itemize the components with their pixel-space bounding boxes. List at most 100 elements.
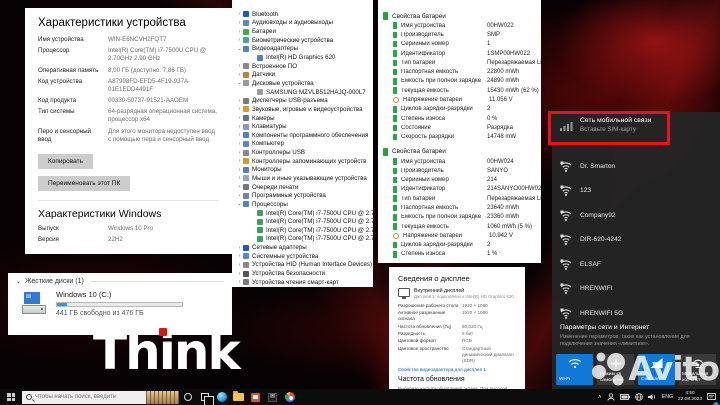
expander-arrow-icon[interactable]: › bbox=[236, 124, 243, 130]
search-input[interactable] bbox=[35, 394, 143, 400]
battery-row-icon bbox=[393, 31, 397, 39]
mobile-hotspot-tile[interactable]: Мобильный хот-спот bbox=[679, 354, 716, 385]
airplane-icon bbox=[609, 358, 622, 369]
device-tree-item[interactable]: › Батареи bbox=[232, 27, 373, 36]
device-tree-item[interactable]: › Встроенное ПО bbox=[232, 62, 373, 71]
disks-group-header[interactable]: ⌄ Жесткие диски (1) bbox=[16, 278, 224, 285]
network-settings-link[interactable]: Параметры сети и Интернет bbox=[560, 324, 649, 331]
expander-arrow-icon[interactable]: › bbox=[236, 150, 243, 156]
device-tree-item[interactable]: › Мыши и иные указывающие устройства bbox=[232, 174, 373, 183]
start-button[interactable] bbox=[0, 389, 22, 405]
wifi-network-item[interactable]: Company92 bbox=[552, 203, 720, 228]
task-view-button[interactable] bbox=[196, 389, 214, 405]
airplane-mode-tile[interactable]: Режим «в самолете» bbox=[597, 354, 634, 385]
device-tree-item[interactable]: ⌄ Процессоры bbox=[232, 200, 373, 209]
device-tree-item[interactable]: › Контроллеры USB bbox=[232, 148, 373, 157]
device-tree-item[interactable]: › Устройства HID (Human Interface Device… bbox=[232, 261, 373, 270]
mail-button[interactable]: ✉ bbox=[264, 389, 281, 405]
device-tree-item[interactable]: › Контроллеры запоминающих устройств bbox=[232, 157, 373, 166]
drive-name[interactable]: Windows 10 (C:) bbox=[56, 290, 224, 299]
expander-arrow-icon[interactable]: › bbox=[236, 20, 243, 26]
display-device-sub: Дисплей 1: подключено к Intel(R) HD Grap… bbox=[414, 294, 514, 299]
device-tree-item[interactable]: Intel(R) Core(TM) i7-7500U CPU @ 2.70GHz bbox=[232, 209, 373, 218]
device-tree-item[interactable]: › Bluetooth bbox=[232, 10, 373, 19]
expander-arrow-icon[interactable]: › bbox=[236, 175, 243, 181]
edge-button[interactable] bbox=[213, 389, 230, 405]
search-icon bbox=[26, 394, 32, 400]
device-tree-item[interactable]: › Клавиатуры bbox=[232, 122, 373, 131]
copy-button[interactable]: Копировать bbox=[38, 154, 93, 169]
device-tree-item[interactable]: › Устройства безопасности bbox=[232, 269, 373, 278]
chevron-down-icon[interactable]: ⌄ bbox=[16, 278, 21, 285]
wifi-network-item[interactable]: 123 bbox=[552, 179, 720, 204]
device-tree-item[interactable]: › Датчики bbox=[232, 70, 373, 79]
expander-arrow-icon[interactable]: › bbox=[236, 72, 243, 78]
wifi-network-item[interactable]: HRENWIFI 5G bbox=[552, 301, 720, 326]
cellular-tile[interactable]: Сотовая bbox=[638, 354, 675, 385]
device-tree-item[interactable]: › Компоненты программного обеспечения bbox=[232, 131, 373, 140]
expander-arrow-icon[interactable]: › bbox=[236, 63, 243, 69]
device-tree-item[interactable]: › Компьютер bbox=[232, 140, 373, 149]
expander-arrow-icon[interactable]: › bbox=[236, 11, 243, 17]
expander-arrow-icon[interactable]: › bbox=[236, 184, 243, 190]
cortana-button[interactable] bbox=[179, 389, 196, 405]
device-tree-item[interactable]: ⌄ Видеоадаптеры bbox=[232, 45, 373, 54]
expander-arrow-icon[interactable]: ⌄ bbox=[236, 46, 243, 52]
device-tree-item[interactable]: › Мониторы bbox=[232, 166, 373, 175]
wifi-network-item[interactable]: ELSAF bbox=[552, 252, 720, 277]
wifi-tile[interactable]: Wi-Fi bbox=[556, 354, 593, 385]
device-tree-item[interactable]: › Устройства чтения смарт-карт bbox=[232, 278, 373, 287]
taskbar-search[interactable] bbox=[22, 390, 179, 404]
language-indicator[interactable]: ENG bbox=[662, 394, 673, 400]
tray-expand-chevron-icon[interactable]: ∧ bbox=[598, 394, 602, 400]
expander-arrow-icon[interactable]: › bbox=[236, 115, 243, 121]
device-tree-item[interactable]: Intel(R) Core(TM) i7-7500U CPU @ 2.70GHz bbox=[232, 235, 373, 244]
expander-arrow-icon[interactable]: › bbox=[236, 132, 243, 138]
rename-pc-button[interactable]: Переименовать этот ПК bbox=[38, 176, 131, 191]
volume-icon[interactable] bbox=[647, 393, 657, 401]
device-tree-item[interactable]: › Диспетчеры USB-разъема bbox=[232, 96, 373, 105]
expander-arrow-icon[interactable]: › bbox=[236, 262, 243, 268]
wifi-network-item[interactable]: DIR-620-4242 bbox=[552, 228, 720, 253]
spec-row: Код продукта 00330-50737-91521-AAOEM bbox=[38, 97, 219, 105]
people-tray-icon[interactable] bbox=[607, 393, 615, 401]
network-globe-icon[interactable] bbox=[634, 393, 643, 401]
device-tree-item[interactable]: › Аудиовходы и аудиовыходы bbox=[232, 19, 373, 28]
file-explorer-button[interactable] bbox=[230, 389, 247, 405]
expander-arrow-icon[interactable]: ⌄ bbox=[236, 80, 243, 86]
device-tree-item[interactable]: › Биометрические устройства bbox=[232, 36, 373, 45]
device-tree-item[interactable]: › Системные устройства bbox=[232, 252, 373, 261]
expander-arrow-icon[interactable]: › bbox=[236, 279, 243, 285]
expander-arrow-icon[interactable]: › bbox=[236, 271, 243, 277]
action-center-button[interactable]: 2 bbox=[707, 388, 719, 405]
store-button[interactable] bbox=[247, 389, 264, 405]
expander-arrow-icon[interactable]: › bbox=[236, 193, 243, 199]
expander-arrow-icon[interactable]: › bbox=[236, 29, 243, 35]
expander-arrow-icon[interactable]: › bbox=[236, 98, 243, 104]
device-tree-item[interactable]: Intel(R) HD Graphics 620 bbox=[232, 53, 373, 62]
battery-tray-icon[interactable] bbox=[619, 394, 630, 400]
chrome-button[interactable] bbox=[281, 389, 298, 405]
expander-arrow-icon[interactable]: › bbox=[236, 253, 243, 259]
taskbar-clock[interactable]: 4:50 22.08.2023 bbox=[678, 391, 702, 403]
expander-arrow-icon[interactable]: › bbox=[236, 141, 243, 147]
device-tree-item[interactable]: Intel(R) Core(TM) i7-7500U CPU @ 2.70GHz bbox=[232, 217, 373, 226]
device-tree-item[interactable]: ⌄ Дисковые устройства bbox=[232, 79, 373, 88]
device-tree-item[interactable]: › Программные устройства bbox=[232, 191, 373, 200]
expander-arrow-icon[interactable]: › bbox=[236, 167, 243, 173]
device-tree-item[interactable]: SAMSUNG MZVLB512HAJQ-000L7 bbox=[232, 88, 373, 97]
expander-arrow-icon[interactable]: › bbox=[236, 245, 243, 251]
wifi-network-item[interactable]: Dr. Smarton bbox=[552, 154, 720, 179]
expander-arrow-icon[interactable]: ⌄ bbox=[236, 201, 243, 207]
expander-arrow-icon[interactable]: › bbox=[236, 37, 243, 43]
device-tree-item[interactable]: › Очереди печати bbox=[232, 183, 373, 192]
device-tree-item[interactable]: › Звуковые, игровые и видеоустройства bbox=[232, 105, 373, 114]
device-tree-item[interactable]: › Камеры bbox=[232, 114, 373, 123]
search-daily-image[interactable] bbox=[146, 390, 179, 404]
device-tree-item[interactable]: Intel(R) Core(TM) i7-7500U CPU @ 2.70GHz bbox=[232, 226, 373, 235]
expander-arrow-icon[interactable]: › bbox=[236, 158, 243, 164]
adapter-properties-link[interactable]: Свойства видеоадаптера для дисплея 1 bbox=[398, 367, 516, 372]
expander-arrow-icon[interactable]: › bbox=[236, 106, 243, 112]
wifi-network-item[interactable]: HRENWIFI bbox=[552, 277, 720, 302]
device-tree-item[interactable]: › Сетевые адаптеры bbox=[232, 243, 373, 252]
